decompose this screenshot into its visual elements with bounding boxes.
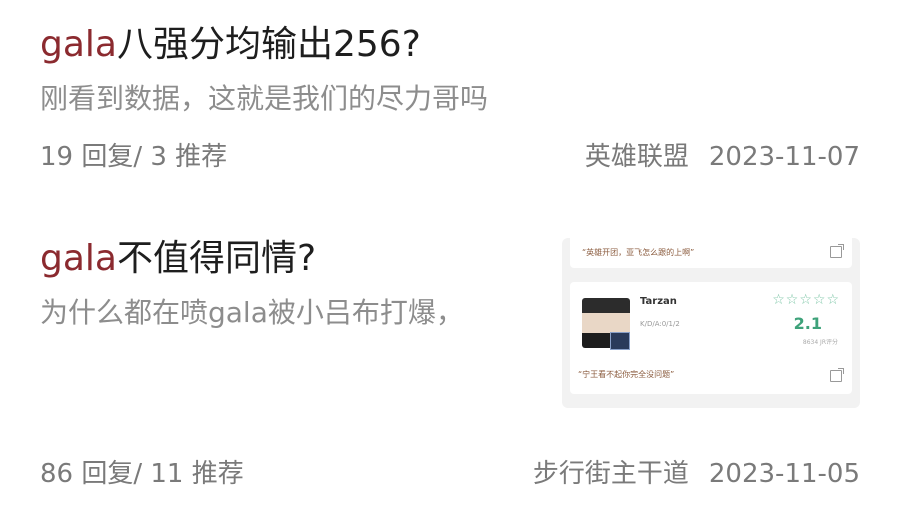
post-stats: 86 回复/ 11 推荐 [40,457,244,491]
thumbnail-quote-top: “英雄开团，亚飞怎么跟的上啊” [582,248,695,257]
post-item[interactable]: gala八强分均输出256? 刚看到数据，这就是我们的尽力哥吗 [40,22,860,118]
reply-count: 19 回复/ [40,142,143,172]
player-name: Tarzan [640,296,677,307]
post-title-text: 八强分均输出256? [116,24,421,65]
post-meta: 86 回复/ 11 推荐 步行街主干道 2023-11-05 [40,457,860,491]
thumbnail-player-card: Tarzan K/D/A:0/1/2 ☆☆☆☆☆ 2.1 8634 JR评分 “… [570,282,852,394]
forum-name[interactable]: 步行街主干道 [533,459,689,489]
external-link-icon [830,368,844,382]
thumbnail-quote-bottom: “宁王看不起你完全没问题” [578,370,675,379]
player-badge-icon [610,332,630,350]
player-kda: K/D/A:0/1/2 [640,320,680,328]
post-source: 英雄联盟 2023-11-07 [585,140,860,174]
post-title-keyword: gala [40,24,117,65]
player-score-sub: 8634 JR评分 [802,339,838,346]
recommend-count: 11 推荐 [150,459,244,489]
post-stats: 19 回复/ 3 推荐 [40,140,227,174]
thumbnail-quote-row: “英雄开团，亚飞怎么跟的上啊” [570,238,852,268]
post-source: 步行街主干道 2023-11-05 [533,457,860,491]
post-title-text: 不值得同情? [116,238,317,279]
forum-name[interactable]: 英雄联盟 [585,142,689,172]
external-link-icon [830,244,844,258]
post-title-keyword: gala [40,238,117,279]
post-thumbnail[interactable]: “英雄开团，亚飞怎么跟的上啊” Tarzan K/D/A:0/1/2 ☆☆☆☆☆… [562,238,860,408]
post-date: 2023-11-05 [708,459,860,489]
post-title[interactable]: gala八强分均输出256? [40,22,860,68]
reply-count: 86 回复/ [40,459,143,489]
rating-stars-icon: ☆☆☆☆☆ [772,292,840,308]
post-date: 2023-11-07 [708,142,860,172]
post-excerpt[interactable]: 刚看到数据，这就是我们的尽力哥吗 [40,80,860,118]
post-meta: 19 回复/ 3 推荐 英雄联盟 2023-11-07 [40,140,860,174]
recommend-count: 3 推荐 [150,142,228,172]
player-score: 2.1 [793,314,822,333]
